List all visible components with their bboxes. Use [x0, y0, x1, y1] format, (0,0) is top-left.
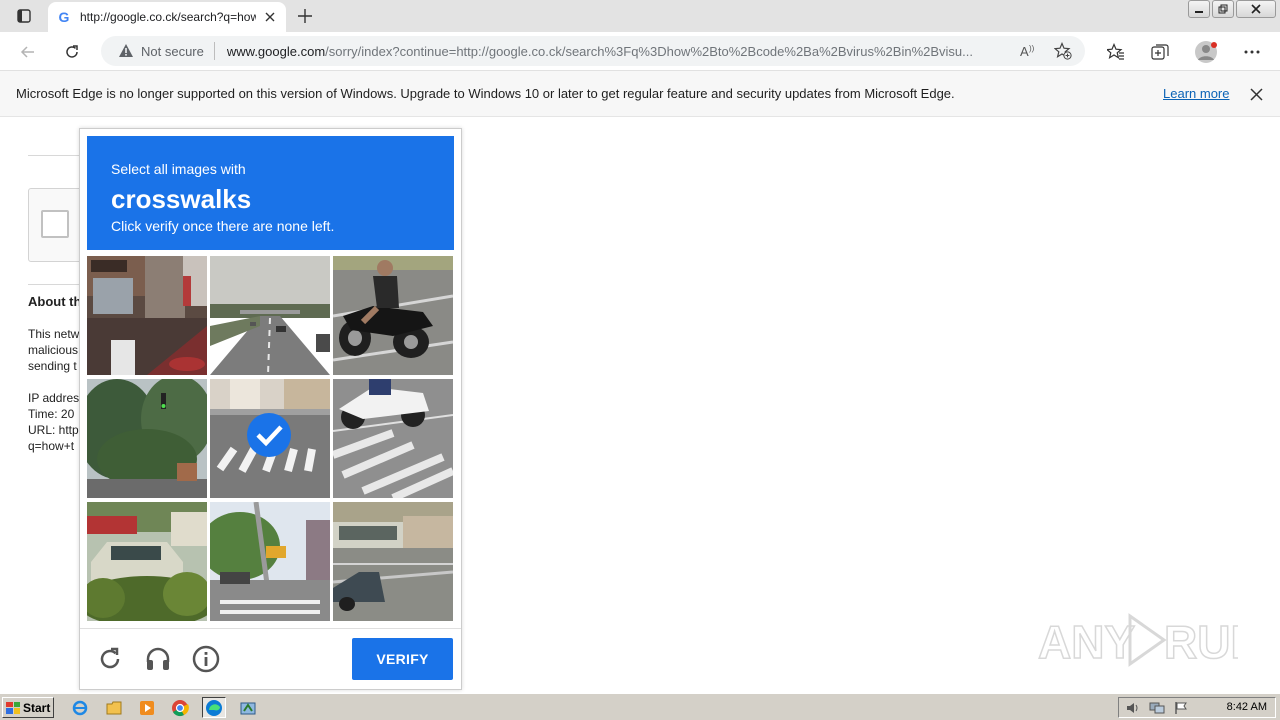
warning-icon[interactable]	[117, 42, 135, 60]
minimize-button[interactable]	[1188, 0, 1210, 18]
unsupported-info-bar: Microsoft Edge is no longer supported on…	[0, 71, 1280, 117]
url-path: /sorry/index?continue=http://google.co.c…	[325, 43, 973, 59]
captcha-tile-street-crosswalk[interactable]	[210, 502, 330, 621]
about-line: malicious	[28, 343, 79, 357]
captcha-tile-highway[interactable]	[210, 256, 330, 375]
svg-text:A: A	[1020, 44, 1029, 59]
back-button[interactable]	[14, 38, 42, 66]
refresh-button[interactable]	[58, 38, 86, 66]
start-button[interactable]: Start	[2, 697, 54, 718]
about-line: IP addres	[28, 391, 80, 405]
close-icon	[1251, 4, 1261, 14]
tab-actions-button[interactable]	[8, 4, 40, 28]
start-label: Start	[23, 700, 51, 715]
about-line: q=how+t	[28, 439, 75, 453]
audio-challenge-icon[interactable]	[143, 644, 173, 674]
tab-title: http://google.co.ck/search?q=how+to+code…	[80, 10, 256, 24]
browser-toolbar: Not secure www.google.com/sorry/index?co…	[0, 32, 1280, 71]
captcha-tile-crosswalk[interactable]	[210, 379, 330, 498]
about-line	[28, 374, 80, 390]
captcha-challenge: Select all images with crosswalks Click …	[79, 128, 462, 690]
settings-more-button[interactable]	[1238, 38, 1266, 66]
about-line: sending t	[28, 359, 77, 373]
tab-active[interactable]: G http://google.co.ck/search?q=how+to+co…	[48, 2, 286, 32]
about-line: Time: 20	[28, 407, 75, 421]
about-line: URL: http	[28, 423, 79, 437]
restore-icon	[1218, 4, 1228, 14]
file-explorer-icon[interactable]	[102, 697, 126, 718]
verify-button[interactable]: VERIFY	[352, 638, 453, 680]
network-icon[interactable]	[1149, 700, 1165, 716]
tab-actions-icon	[17, 9, 31, 23]
read-aloud-icon[interactable]: A))	[1017, 39, 1041, 63]
collections-button[interactable]	[1146, 38, 1174, 66]
captcha-hint: Click verify once there are none left.	[111, 218, 335, 234]
captcha-tile-trees-traffic-light[interactable]	[87, 379, 207, 498]
address-separator	[213, 42, 215, 60]
svg-text:RUN: RUN	[1164, 616, 1238, 668]
captcha-keyword: crosswalks	[111, 184, 252, 214]
captcha-tile-motorcycle[interactable]	[333, 256, 453, 375]
captcha-tile-storefront[interactable]	[87, 256, 207, 375]
taskbar: Start 8:42 AM	[0, 693, 1280, 720]
reload-challenge-icon[interactable]	[95, 644, 125, 674]
restore-button[interactable]	[1212, 0, 1234, 18]
clock[interactable]: 8:42 AM	[1227, 701, 1267, 713]
close-window-button[interactable]	[1236, 0, 1276, 18]
anyrun-watermark: ANY RUN	[1037, 610, 1264, 670]
plus-icon	[298, 9, 312, 23]
tab-close-icon[interactable]	[262, 9, 278, 25]
minimize-icon	[1195, 11, 1203, 13]
collections-icon	[1151, 44, 1169, 60]
svg-text:ANY: ANY	[1038, 616, 1135, 668]
favorites-button[interactable]	[1102, 38, 1130, 66]
url-text[interactable]: www.google.com/sorry/index?continue=http…	[227, 44, 1007, 59]
system-tray: 8:42 AM	[1118, 697, 1276, 718]
new-tab-button[interactable]	[292, 4, 318, 28]
security-label[interactable]: Not secure	[141, 44, 204, 59]
internet-explorer-icon[interactable]	[68, 697, 92, 718]
about-text: This netw malicious sending t IP addres …	[28, 326, 80, 454]
captcha-tile-parked-car-bushes[interactable]	[87, 502, 207, 621]
chrome-icon[interactable]	[168, 697, 192, 718]
edge-icon[interactable]	[202, 697, 226, 718]
volume-icon[interactable]	[1125, 700, 1141, 716]
action-center-flag-icon[interactable]	[1173, 700, 1189, 716]
info-bar-message: Microsoft Edge is no longer supported on…	[16, 86, 955, 101]
avatar	[1195, 41, 1217, 63]
info-bar-close-icon[interactable]	[1246, 84, 1266, 104]
address-bar[interactable]: Not secure www.google.com/sorry/index?co…	[101, 36, 1085, 66]
favorites-icon	[1107, 43, 1124, 60]
captcha-footer-divider	[80, 628, 461, 629]
more-dots-icon	[1244, 50, 1260, 54]
captcha-tile-scooter-crosswalk[interactable]	[333, 379, 453, 498]
tab-strip: G http://google.co.ck/search?q=how+to+co…	[0, 0, 1280, 32]
add-favorite-icon[interactable]	[1051, 39, 1075, 63]
media-player-icon[interactable]	[135, 697, 159, 718]
svg-text:)): ))	[1029, 44, 1035, 53]
about-heading: About th	[28, 294, 82, 309]
captcha-instruction: Select all images with	[111, 161, 246, 177]
learn-more-link[interactable]: Learn more	[1163, 86, 1229, 101]
window-controls	[1188, 0, 1276, 18]
captcha-header: Select all images with crosswalks Click …	[87, 136, 454, 250]
back-arrow-icon	[20, 46, 34, 58]
google-favicon-icon: G	[58, 9, 70, 25]
about-line: This netw	[28, 327, 80, 341]
profile-button[interactable]	[1192, 38, 1220, 66]
url-host: www.google.com	[226, 43, 326, 59]
captcha-tile-street-bus[interactable]	[333, 502, 453, 621]
info-icon[interactable]	[191, 644, 221, 674]
windows-logo-icon	[6, 701, 20, 714]
app-icon[interactable]	[236, 697, 260, 718]
refresh-icon	[66, 45, 78, 58]
recaptcha-checkbox[interactable]	[41, 210, 69, 238]
